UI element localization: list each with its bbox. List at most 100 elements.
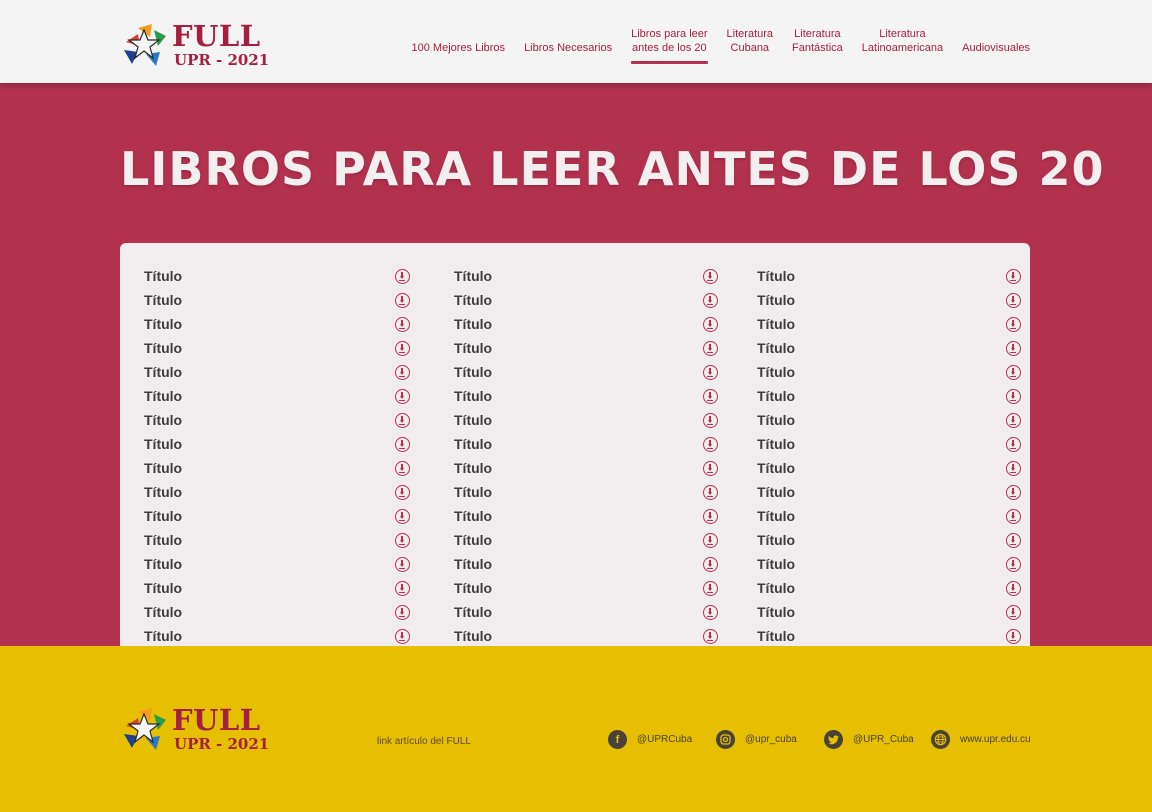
list-item[interactable]: Título: [757, 312, 1021, 336]
book-title[interactable]: Título: [454, 436, 492, 452]
list-item[interactable]: Título: [454, 456, 718, 480]
facebook-link[interactable]: f @UPRCuba: [608, 730, 692, 749]
download-icon[interactable]: [395, 388, 410, 404]
download-icon[interactable]: [395, 628, 410, 644]
book-title[interactable]: Título: [757, 364, 795, 380]
download-icon[interactable]: [703, 508, 718, 524]
download-icon[interactable]: [1006, 628, 1021, 644]
book-title[interactable]: Título: [454, 580, 492, 596]
download-icon[interactable]: [395, 292, 410, 308]
download-icon[interactable]: [1006, 484, 1021, 500]
book-title[interactable]: Título: [454, 628, 492, 644]
download-icon[interactable]: [703, 580, 718, 596]
list-item[interactable]: Título: [144, 288, 410, 312]
list-item[interactable]: Título: [454, 336, 718, 360]
book-title[interactable]: Título: [454, 556, 492, 572]
book-title[interactable]: Título: [454, 412, 492, 428]
book-title[interactable]: Título: [454, 316, 492, 332]
book-title[interactable]: Título: [757, 268, 795, 284]
download-icon[interactable]: [703, 436, 718, 452]
nav-libros-antes-20[interactable]: Libros para leer antes de los 20: [631, 0, 708, 64]
download-icon[interactable]: [395, 580, 410, 596]
book-title[interactable]: Título: [757, 604, 795, 620]
book-title[interactable]: Título: [454, 268, 492, 284]
list-item[interactable]: Título: [757, 432, 1021, 456]
footer-logo[interactable]: FULL UPR - 2021: [120, 706, 269, 752]
book-title[interactable]: Título: [454, 340, 492, 356]
list-item[interactable]: Título: [144, 480, 410, 504]
book-title[interactable]: Título: [454, 460, 492, 476]
download-icon[interactable]: [395, 268, 410, 284]
list-item[interactable]: Título: [757, 288, 1021, 312]
download-icon[interactable]: [395, 316, 410, 332]
book-title[interactable]: Título: [757, 460, 795, 476]
book-title[interactable]: Título: [454, 388, 492, 404]
site-logo[interactable]: FULL UPR - 2021: [120, 22, 269, 68]
book-title[interactable]: Título: [757, 388, 795, 404]
download-icon[interactable]: [395, 460, 410, 476]
download-icon[interactable]: [1006, 316, 1021, 332]
download-icon[interactable]: [703, 484, 718, 500]
list-item[interactable]: Título: [144, 576, 410, 600]
list-item[interactable]: Título: [144, 264, 410, 288]
book-title[interactable]: Título: [144, 316, 182, 332]
download-icon[interactable]: [703, 316, 718, 332]
download-icon[interactable]: [703, 604, 718, 620]
book-title[interactable]: Título: [454, 604, 492, 620]
book-title[interactable]: Título: [144, 340, 182, 356]
list-item[interactable]: Título: [757, 384, 1021, 408]
download-icon[interactable]: [1006, 412, 1021, 428]
list-item[interactable]: Título: [454, 504, 718, 528]
book-title[interactable]: Título: [757, 340, 795, 356]
list-item[interactable]: Título: [454, 528, 718, 552]
book-title[interactable]: Título: [144, 580, 182, 596]
download-icon[interactable]: [395, 508, 410, 524]
website-link[interactable]: www.upr.edu.cu: [931, 730, 1031, 749]
download-icon[interactable]: [395, 532, 410, 548]
article-link[interactable]: link artículo del FULL: [377, 736, 471, 747]
download-icon[interactable]: [395, 556, 410, 572]
download-icon[interactable]: [395, 340, 410, 356]
book-title[interactable]: Título: [144, 556, 182, 572]
book-title[interactable]: Título: [454, 364, 492, 380]
book-title[interactable]: Título: [757, 628, 795, 644]
list-item[interactable]: Título: [454, 360, 718, 384]
download-icon[interactable]: [703, 556, 718, 572]
book-title[interactable]: Título: [757, 532, 795, 548]
list-item[interactable]: Título: [757, 456, 1021, 480]
list-item[interactable]: Título: [144, 456, 410, 480]
download-icon[interactable]: [1006, 556, 1021, 572]
list-item[interactable]: Título: [144, 432, 410, 456]
book-title[interactable]: Título: [144, 436, 182, 452]
download-icon[interactable]: [1006, 604, 1021, 620]
book-title[interactable]: Título: [144, 412, 182, 428]
download-icon[interactable]: [703, 628, 718, 644]
list-item[interactable]: Título: [144, 600, 410, 624]
book-title[interactable]: Título: [757, 412, 795, 428]
nav-literatura-cubana[interactable]: Literatura Cubana: [727, 0, 773, 55]
nav-100-mejores-libros[interactable]: 100 Mejores Libros: [412, 0, 506, 55]
book-title[interactable]: Título: [757, 436, 795, 452]
list-item[interactable]: Título: [144, 504, 410, 528]
list-item[interactable]: Título: [144, 624, 410, 648]
list-item[interactable]: Título: [454, 408, 718, 432]
book-title[interactable]: Título: [144, 604, 182, 620]
list-item[interactable]: Título: [454, 384, 718, 408]
book-title[interactable]: Título: [144, 268, 182, 284]
download-icon[interactable]: [395, 412, 410, 428]
book-title[interactable]: Título: [144, 364, 182, 380]
book-title[interactable]: Título: [144, 508, 182, 524]
list-item[interactable]: Título: [757, 336, 1021, 360]
book-title[interactable]: Título: [144, 628, 182, 644]
download-icon[interactable]: [1006, 292, 1021, 308]
list-item[interactable]: Título: [144, 360, 410, 384]
download-icon[interactable]: [1006, 364, 1021, 380]
download-icon[interactable]: [703, 460, 718, 476]
download-icon[interactable]: [395, 436, 410, 452]
book-title[interactable]: Título: [454, 292, 492, 308]
list-item[interactable]: Título: [454, 312, 718, 336]
nav-audiovisuales[interactable]: Audiovisuales: [962, 0, 1030, 55]
download-icon[interactable]: [1006, 436, 1021, 452]
download-icon[interactable]: [1006, 508, 1021, 524]
book-title[interactable]: Título: [144, 484, 182, 500]
